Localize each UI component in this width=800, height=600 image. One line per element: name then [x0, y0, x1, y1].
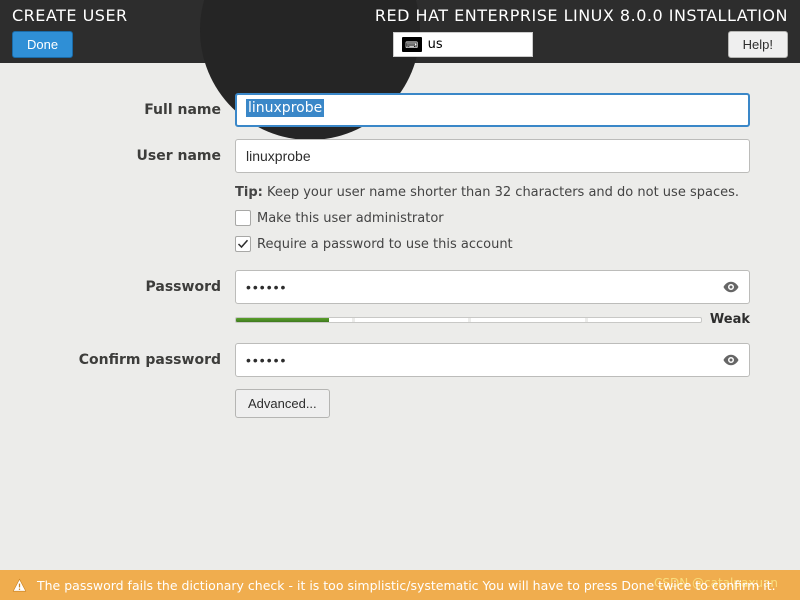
keyboard-layout-label: us: [428, 37, 443, 52]
warning-icon: [12, 578, 27, 593]
keyboard-layout-indicator[interactable]: ⌨ us: [393, 32, 533, 57]
full-name-label: Full name: [50, 102, 235, 118]
admin-checkbox[interactable]: [235, 210, 251, 226]
tip-prefix: Tip:: [235, 185, 263, 200]
require-password-checkbox[interactable]: [235, 236, 251, 252]
reveal-password-icon[interactable]: [722, 278, 740, 296]
user-name-input[interactable]: [235, 139, 750, 173]
require-password-label: Require a password to use this account: [257, 237, 513, 252]
installer-header: CREATE USER Done RED HAT ENTERPRISE LINU…: [0, 0, 800, 63]
reveal-confirm-password-icon[interactable]: [722, 351, 740, 369]
product-title: RED HAT ENTERPRISE LINUX 8.0.0 INSTALLAT…: [375, 6, 788, 25]
help-button[interactable]: Help!: [728, 31, 788, 58]
confirm-password-label: Confirm password: [50, 352, 235, 368]
password-input[interactable]: [235, 270, 750, 304]
admin-checkbox-label: Make this user administrator: [257, 211, 444, 226]
user-name-label: User name: [50, 148, 235, 164]
full-name-value: linuxprobe: [246, 99, 324, 117]
page-title: CREATE USER: [12, 6, 128, 25]
watermark-text: CSDN @catalpaxuan: [654, 576, 778, 590]
keyboard-icon: ⌨: [402, 37, 422, 52]
tip-text: Keep your user name shorter than 32 char…: [263, 185, 739, 200]
password-label: Password: [50, 279, 235, 295]
confirm-password-input[interactable]: [235, 343, 750, 377]
full-name-input[interactable]: linuxprobe: [235, 93, 750, 127]
username-tip: Tip: Keep your user name shorter than 32…: [235, 185, 750, 200]
password-strength-label: Weak: [710, 312, 750, 327]
advanced-button[interactable]: Advanced...: [235, 389, 330, 418]
password-strength-meter: [235, 317, 702, 323]
create-user-form: Full name linuxprobe User name Tip: Keep…: [0, 63, 800, 418]
done-button[interactable]: Done: [12, 31, 73, 58]
